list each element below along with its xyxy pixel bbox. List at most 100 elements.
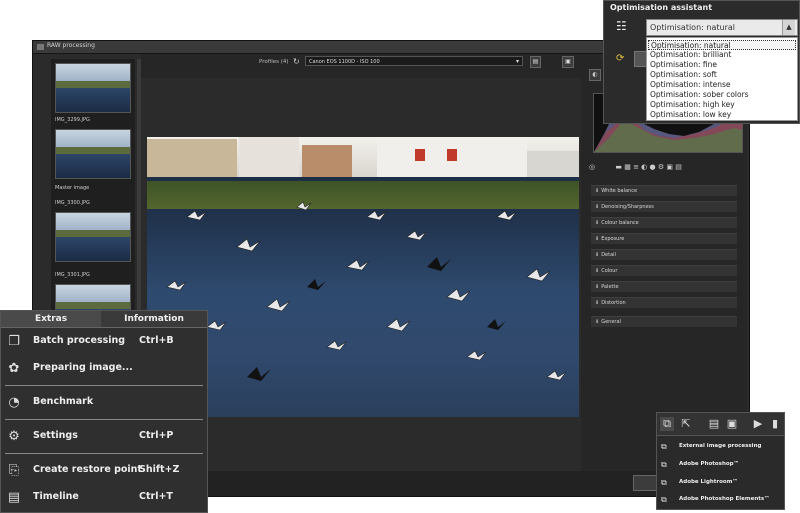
menu-item-timeline[interactable]: ▤ Timeline Ctrl+T [1, 485, 207, 511]
raw-window-title: RAW processing [47, 42, 95, 49]
external-item[interactable]: ⧉ Adobe Photoshop™ [657, 457, 784, 475]
optimisation-option[interactable]: Optimisation: low key [648, 110, 796, 120]
master-image-caption: Master image [55, 185, 90, 191]
chart-icon[interactable]: ▤ [675, 163, 682, 171]
optimisation-dropdown-list: Optimisation: natural Optimisation: bril… [646, 37, 798, 121]
optimisation-option[interactable]: Optimisation: intense [648, 80, 796, 90]
refresh-icon[interactable]: ↻ [293, 57, 302, 66]
external-item-label: Adobe Photoshop Elements™ [679, 496, 770, 502]
menu-item-create-restore-point[interactable]: ⎘ Create restore point Shift+Z [1, 458, 207, 484]
external-item[interactable]: ⧉ Adobe Photoshop Elements™ [657, 492, 784, 510]
extras-menu-tabs: Extras Information [1, 311, 207, 328]
optimisation-option[interactable]: Optimisation: soft [648, 70, 796, 80]
section-label: Colour balance [601, 220, 639, 226]
external-app-icon: ⧉ [661, 495, 667, 504]
export-icon[interactable]: ⇱ [679, 417, 693, 431]
external-app-icon: ⧉ [661, 442, 667, 451]
section-distortion[interactable]: ⬇ Distortion [591, 297, 737, 308]
save-profile-icon[interactable]: ▤ [530, 56, 541, 68]
optimisation-option[interactable]: Optimisation: brilliant [648, 50, 796, 60]
more-icon[interactable]: ▮ [769, 417, 781, 431]
external-item[interactable]: ⧉ Adobe Lightroom™ [657, 475, 784, 493]
tab-extras[interactable]: Extras [1, 311, 101, 327]
section-label: Detail [601, 252, 616, 258]
timeline-icon: ▤ [7, 490, 21, 505]
color-icon[interactable]: ● [650, 163, 656, 171]
optimisation-select-value: Optimisation: natural [650, 23, 735, 32]
gears-icon: ⚙ [8, 429, 20, 444]
section-white-balance[interactable]: ⬇ White balance [591, 185, 737, 196]
app-logo-icon [37, 44, 44, 50]
play-icon[interactable]: ▶ [751, 417, 765, 431]
thumbnail-image[interactable] [55, 212, 131, 262]
menu-item-shortcut: Ctrl+P [139, 430, 174, 441]
section-label: Distortion [601, 300, 626, 306]
grid-icon[interactable]: ▦ [624, 163, 631, 171]
photo-birds [166, 201, 567, 381]
optimisation-option[interactable]: Optimisation: high key [648, 100, 796, 110]
chevron-down-icon: ⬇ [595, 300, 600, 306]
menu-item-batch-processing[interactable]: ❐ Batch processing Ctrl+B [1, 329, 207, 355]
flag-icon[interactable]: ▬ [615, 163, 622, 171]
section-denoising-sharpness[interactable]: ⬇ Denoising/Sharpness [591, 201, 737, 212]
menu-item-shortcut: Ctrl+T [139, 491, 173, 502]
optimisation-option[interactable]: Optimisation: sober colors [648, 90, 796, 100]
chevron-down-icon: ⬇ [595, 252, 600, 258]
chevron-down-icon: ⬇ [595, 268, 600, 274]
thumbnail-image[interactable] [55, 63, 131, 113]
menu-item-label: Batch processing [33, 335, 126, 346]
optimisation-option[interactable]: Optimisation: natural [648, 40, 796, 50]
print-icon[interactable]: ▣ [725, 417, 739, 431]
camera-icon[interactable]: ▣ [666, 163, 673, 171]
refresh-icon[interactable]: ⟳ [616, 53, 624, 64]
menu-item-shortcut: Shift+Z [139, 464, 180, 475]
thumbnail-image[interactable] [55, 129, 131, 179]
chevron-up-icon: ▲ [782, 20, 795, 35]
list-icon[interactable]: ≡ [633, 163, 639, 171]
section-label: Exposure [601, 236, 625, 242]
external-item[interactable]: ⧉ External image processing [657, 439, 784, 457]
optimisation-assistant-panel: Optimisation assistant ☷ Optimisation: n… [603, 0, 800, 124]
sidebar-scrollbar[interactable] [137, 59, 141, 349]
menu-item-settings[interactable]: ⚙ Settings Ctrl+P [1, 424, 207, 450]
palette-icon: ✿ [8, 361, 20, 376]
gauge-icon: ◔ [8, 395, 20, 410]
target-icon[interactable]: ◎ [589, 163, 595, 171]
chevron-down-icon: ▾ [515, 58, 519, 65]
optimisation-select[interactable]: Optimisation: natural ▲ [646, 19, 798, 36]
compare-toggle-button[interactable]: ◐ [589, 69, 601, 81]
section-colour-balance[interactable]: ⬇ Colour balance [591, 217, 737, 228]
save-icon[interactable]: ▤ [707, 417, 721, 431]
section-general[interactable]: ⬇ General [591, 316, 737, 327]
section-colour[interactable]: ⬇ Colour [591, 265, 737, 276]
main-photo[interactable] [147, 137, 579, 417]
menu-item-preparing-image[interactable]: ✿ Preparing image... [1, 356, 207, 382]
external-item-label: External image processing [679, 443, 762, 449]
section-label: Colour [601, 268, 618, 274]
external-app-icon: ⧉ [661, 460, 667, 469]
thumbnail-label: IMG_3301.JPG [55, 272, 90, 278]
gear-icon[interactable]: ⚙ [658, 163, 664, 171]
menu-item-benchmark[interactable]: ◔ Benchmark [1, 390, 207, 416]
external-item-label: Adobe Photoshop™ [679, 461, 740, 467]
section-detail[interactable]: ⬇ Detail [591, 249, 737, 260]
adjustment-tool-strip: ◎ ▬ ▦ ≡ ◐ ● ⚙ ▣ ▤ [589, 163, 739, 175]
section-exposure[interactable]: ⬇ Exposure [591, 233, 737, 244]
tone-icon[interactable]: ◐ [641, 163, 647, 171]
chevron-down-icon: ⬇ [595, 220, 600, 226]
external-processing-icon[interactable]: ⧉ [660, 417, 674, 431]
tab-information[interactable]: Information [101, 311, 207, 327]
profile-select-value: Canon EOS 1100D - ISO 100 [309, 59, 380, 65]
optimisation-option[interactable]: Optimisation: fine [648, 60, 796, 70]
menu-separator [5, 385, 203, 386]
section-palette[interactable]: ⬇ Palette [591, 281, 737, 292]
thumbnail-label: IMG_3300.JPG [55, 200, 90, 206]
menu-item-label: Preparing image... [33, 362, 133, 373]
camera-icon[interactable]: ▣ [562, 56, 574, 68]
profiles-label: Profiles (4) [259, 59, 289, 65]
grid-settings-icon[interactable]: ☷ [616, 19, 634, 33]
external-toolbar: ⧉ ⇱ ▤ ▣ ▶ ▮ [657, 413, 784, 436]
profile-select[interactable]: Canon EOS 1100D - ISO 100 ▾ [305, 56, 523, 66]
optimisation-assistant-title: Optimisation assistant [610, 3, 713, 12]
menu-separator [5, 419, 203, 420]
